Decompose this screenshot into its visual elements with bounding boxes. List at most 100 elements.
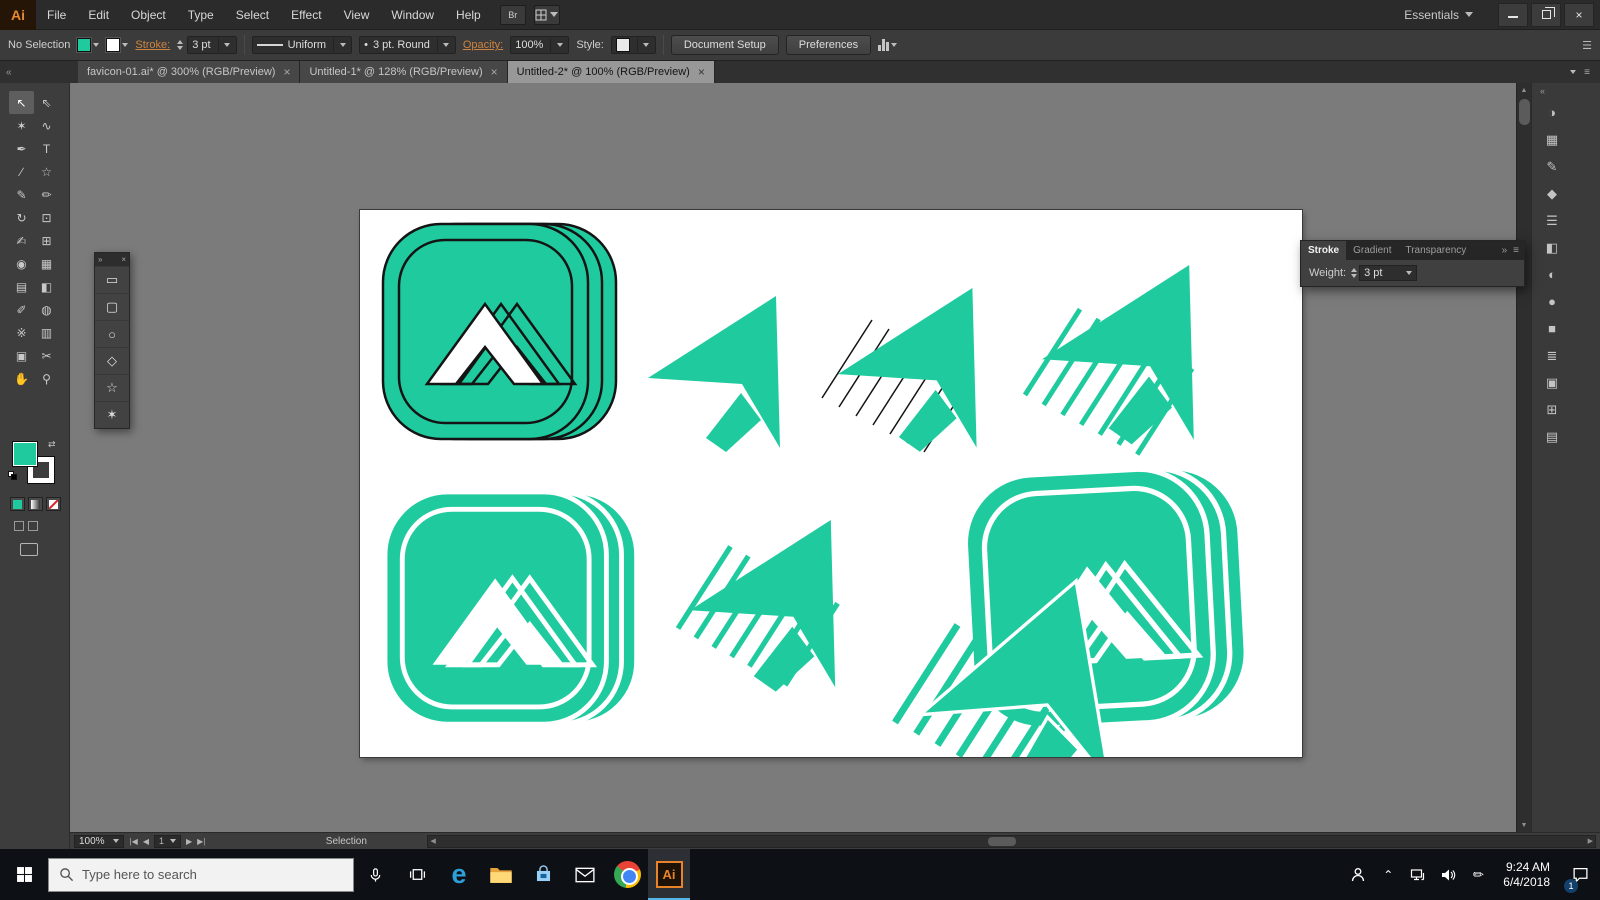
panel-detach-icon[interactable]: » bbox=[98, 255, 102, 264]
color-panel-icon[interactable]: ◑ bbox=[1538, 99, 1566, 126]
artwork-cursor-arrow-teal-hatch-2[interactable] bbox=[678, 520, 838, 692]
stroke-panel-tab[interactable]: Stroke bbox=[1301, 241, 1346, 260]
rounded-rectangle-tool[interactable]: ▢ bbox=[95, 293, 129, 320]
default-fill-stroke-icon[interactable] bbox=[8, 471, 18, 481]
transparency-panel-tab[interactable]: Transparency bbox=[1398, 241, 1473, 260]
eyedropper-tool[interactable]: ✐ bbox=[9, 298, 34, 321]
magic-wand-tool[interactable]: ✶ bbox=[9, 114, 34, 137]
perspective-grid-tool[interactable]: ▦ bbox=[34, 252, 59, 275]
draw-normal-icon[interactable] bbox=[14, 521, 24, 531]
last-artboard-icon[interactable]: ▶| bbox=[197, 837, 205, 846]
tabbar-menu-icon[interactable]: ≡ bbox=[1584, 67, 1590, 78]
menu-effect[interactable]: Effect bbox=[280, 0, 332, 30]
dock-expand-icon[interactable]: « bbox=[1540, 86, 1545, 96]
artwork-cursor-arrow-teal-hatch[interactable] bbox=[1025, 265, 1194, 454]
fill-swatch[interactable] bbox=[77, 38, 91, 52]
menu-view[interactable]: View bbox=[333, 0, 381, 30]
horizontal-scroll-thumb[interactable] bbox=[988, 837, 1016, 846]
previous-artboard-icon[interactable]: ◀ bbox=[143, 837, 149, 846]
rotate-tool[interactable]: ↻ bbox=[9, 206, 34, 229]
brush-definition-combo[interactable]: • 3 pt. Round bbox=[359, 36, 456, 54]
taskbar-clock[interactable]: 9:24 AM 6/4/2018 bbox=[1493, 860, 1560, 890]
start-button[interactable] bbox=[0, 849, 48, 900]
stepper-up-icon[interactable] bbox=[177, 40, 183, 44]
panel-collapse-icon[interactable]: » bbox=[1502, 245, 1508, 256]
rectangle-tool[interactable]: ▭ bbox=[95, 266, 129, 293]
artboard-number-combo[interactable]: 1 bbox=[154, 835, 181, 848]
panel-close-icon[interactable]: × bbox=[121, 255, 126, 264]
minimize-button[interactable] bbox=[1498, 3, 1528, 27]
pen-tool[interactable]: ✒ bbox=[9, 137, 34, 160]
brushes-panel-icon[interactable]: ✎ bbox=[1538, 153, 1566, 180]
gradient-tool[interactable]: ◧ bbox=[34, 275, 59, 298]
artboard[interactable] bbox=[360, 210, 1302, 757]
symbols-panel-icon[interactable]: ◆ bbox=[1538, 180, 1566, 207]
zoom-tool[interactable]: ⚲ bbox=[34, 367, 59, 390]
go-to-bridge-icon[interactable]: Br bbox=[500, 5, 526, 25]
toolbar-collapse-icon[interactable]: « bbox=[6, 67, 12, 78]
scroll-up-icon[interactable]: ▲ bbox=[1517, 83, 1531, 97]
chevron-down-icon[interactable] bbox=[333, 38, 347, 52]
volume-button[interactable] bbox=[1433, 849, 1463, 900]
asset-export-panel-icon[interactable]: ⊞ bbox=[1538, 396, 1566, 423]
stepper-down-icon[interactable] bbox=[177, 46, 183, 50]
fill-color-well[interactable] bbox=[12, 441, 38, 467]
workspace-switcher[interactable]: Essentials bbox=[1404, 8, 1473, 22]
stroke-weight-stepper[interactable] bbox=[177, 40, 183, 50]
mesh-tool[interactable]: ▤ bbox=[9, 275, 34, 298]
tab-close-icon[interactable]: × bbox=[698, 65, 705, 79]
color-mode-button[interactable] bbox=[10, 497, 25, 511]
gradient-panel-icon[interactable]: ◧ bbox=[1538, 234, 1566, 261]
paintbrush-tool[interactable]: ✎ bbox=[9, 183, 34, 206]
menu-edit[interactable]: Edit bbox=[77, 0, 120, 30]
tab-untitled-2[interactable]: Untitled-2* @ 100% (RGB/Preview) × bbox=[508, 61, 715, 83]
blend-tool[interactable]: ◍ bbox=[34, 298, 59, 321]
menu-window[interactable]: Window bbox=[380, 0, 445, 30]
hidden-icons-button[interactable]: ⌃ bbox=[1373, 849, 1403, 900]
libraries-panel-icon[interactable]: ▤ bbox=[1538, 423, 1566, 450]
close-button[interactable]: × bbox=[1564, 3, 1594, 27]
taskbar-illustrator-button[interactable]: Ai bbox=[648, 849, 690, 900]
chevron-down-icon[interactable] bbox=[637, 38, 651, 52]
taskbar-file-explorer-button[interactable] bbox=[480, 849, 522, 900]
zoom-level-combo[interactable]: 100% bbox=[74, 835, 124, 848]
weight-stepper[interactable] bbox=[1351, 268, 1357, 278]
artwork-cursor-arrow[interactable] bbox=[648, 296, 780, 452]
opacity-combo[interactable]: 100% bbox=[510, 36, 569, 54]
first-artboard-icon[interactable]: |◀ bbox=[130, 837, 138, 846]
chevron-down-icon[interactable] bbox=[218, 38, 232, 52]
gradient-mode-button[interactable] bbox=[28, 497, 43, 511]
tab-untitled-1[interactable]: Untitled-1* @ 128% (RGB/Preview) × bbox=[300, 61, 507, 83]
weight-combo[interactable]: 3 pt bbox=[1359, 265, 1417, 281]
taskbar-edge-button[interactable]: e bbox=[438, 849, 480, 900]
width-tool[interactable]: ✍ bbox=[9, 229, 34, 252]
horizontal-scrollbar[interactable]: ◀ ▶ bbox=[427, 835, 1596, 848]
chevron-down-icon[interactable] bbox=[1570, 70, 1576, 74]
graphic-styles-panel-icon[interactable]: ■ bbox=[1538, 315, 1566, 342]
next-artboard-icon[interactable]: ▶ bbox=[186, 837, 192, 846]
preferences-button[interactable]: Preferences bbox=[786, 35, 871, 55]
scroll-down-icon[interactable]: ▼ bbox=[1517, 818, 1531, 832]
stroke-weight-combo[interactable]: 3 pt bbox=[187, 36, 236, 54]
transparency-panel-icon[interactable]: ◐ bbox=[1538, 261, 1566, 288]
artwork-app-icon-outlined[interactable] bbox=[383, 224, 616, 439]
column-graph-tool[interactable]: ▥ bbox=[34, 321, 59, 344]
drawing-modes[interactable] bbox=[14, 521, 38, 531]
taskbar-chrome-button[interactable] bbox=[606, 849, 648, 900]
vertical-scroll-thumb[interactable] bbox=[1519, 99, 1530, 125]
appearance-panel-icon[interactable]: ● bbox=[1538, 288, 1566, 315]
gradient-panel-tab[interactable]: Gradient bbox=[1346, 241, 1398, 260]
stroke-color-picker[interactable] bbox=[106, 38, 128, 52]
cortana-mic-button[interactable] bbox=[354, 849, 396, 900]
align-options[interactable] bbox=[878, 39, 897, 51]
chevron-down-icon[interactable] bbox=[550, 38, 564, 52]
tab-favicon-01[interactable]: favicon-01.ai* @ 300% (RGB/Preview) × bbox=[78, 61, 300, 83]
change-screen-mode-icon[interactable] bbox=[20, 543, 38, 556]
menu-object[interactable]: Object bbox=[120, 0, 177, 30]
scroll-left-icon[interactable]: ◀ bbox=[430, 837, 435, 845]
restore-button[interactable] bbox=[1531, 3, 1561, 27]
artboards-panel-icon[interactable]: ▣ bbox=[1538, 369, 1566, 396]
variable-width-profile-combo[interactable]: Uniform bbox=[252, 36, 353, 54]
taskbar-mail-button[interactable] bbox=[564, 849, 606, 900]
selection-tool[interactable]: ↖ bbox=[9, 91, 34, 114]
